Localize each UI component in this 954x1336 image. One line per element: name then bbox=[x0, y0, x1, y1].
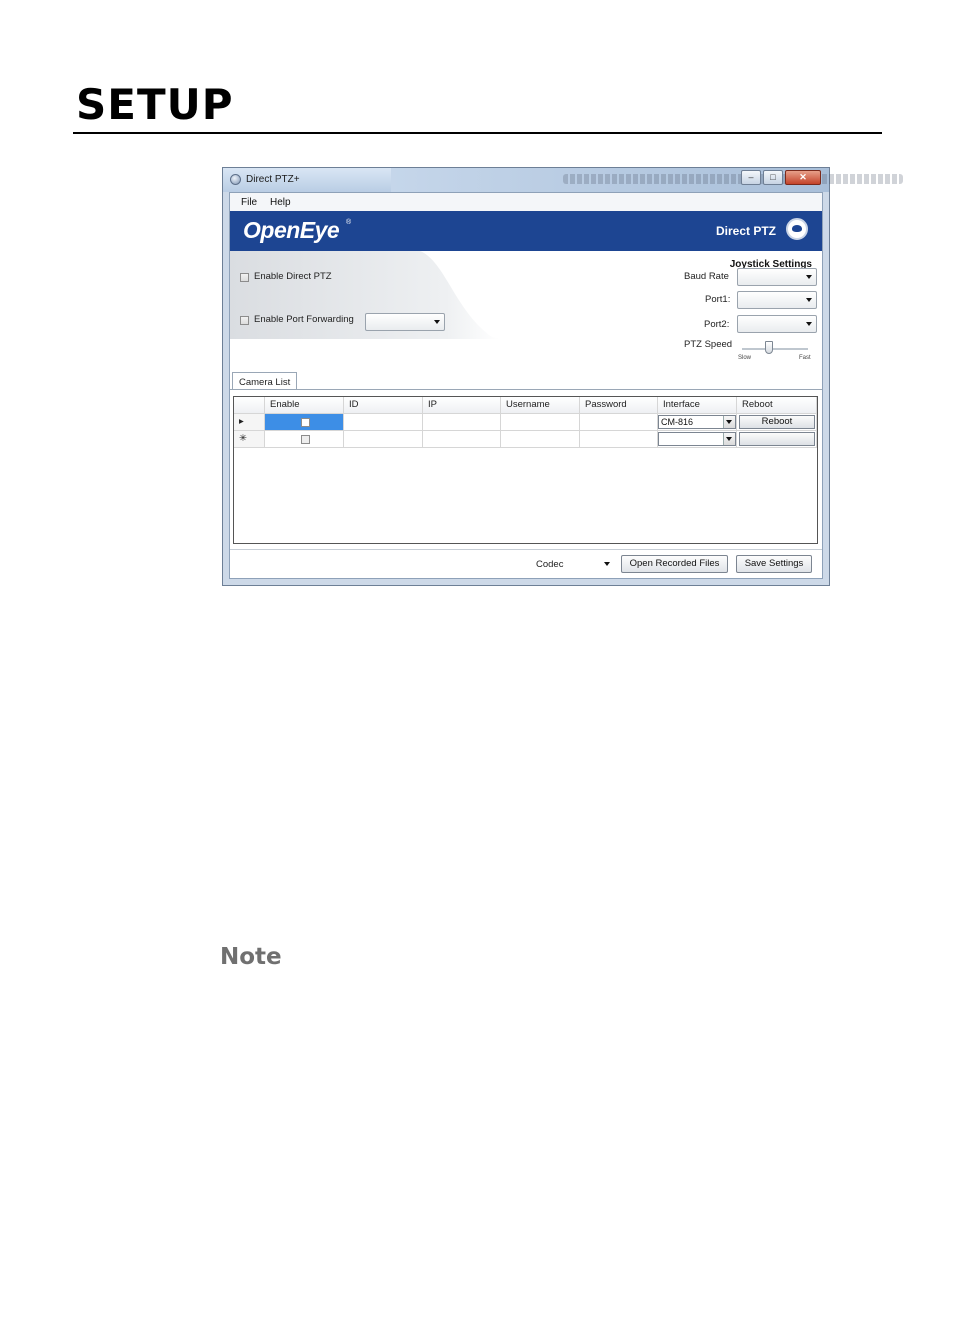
enable-port-forwarding-label: Enable Port Forwarding bbox=[254, 314, 354, 325]
cell-password[interactable] bbox=[580, 431, 658, 448]
cell-id[interactable] bbox=[344, 414, 423, 431]
cell-reboot bbox=[737, 431, 817, 448]
grid-corner-header bbox=[234, 397, 265, 414]
port1-select[interactable] bbox=[737, 291, 817, 309]
window-title: Direct PTZ+ bbox=[246, 174, 300, 185]
cell-reboot: Reboot bbox=[737, 414, 817, 431]
cell-username[interactable] bbox=[501, 431, 580, 448]
cell-interface: CM-816 bbox=[658, 414, 737, 431]
cell-interface bbox=[658, 431, 737, 448]
maximize-button[interactable]: □ bbox=[763, 170, 783, 185]
banner-title: Direct PTZ bbox=[715, 224, 776, 238]
chevron-down-icon bbox=[434, 320, 440, 324]
speed-fast-label: Fast bbox=[799, 355, 811, 361]
chevron-down-icon bbox=[723, 433, 735, 445]
window-titlebar[interactable]: Direct PTZ+ – □ ✕ bbox=[223, 168, 903, 192]
cell-enable[interactable] bbox=[265, 431, 344, 448]
page-title: SETUP bbox=[76, 80, 234, 129]
interface-select[interactable]: CM-816 bbox=[658, 415, 736, 429]
tab-camera-list[interactable]: Camera List bbox=[232, 372, 298, 390]
title-rule bbox=[73, 132, 882, 134]
header-banner: OpenEye ® Direct PTZ bbox=[230, 211, 822, 251]
baud-rate-label: Baud Rate bbox=[684, 271, 729, 282]
registered-mark: ® bbox=[346, 219, 352, 226]
chevron-down-icon bbox=[806, 322, 812, 326]
ptz-camera-icon bbox=[786, 218, 808, 240]
chevron-down-icon bbox=[806, 298, 812, 302]
port1-label: Port1: bbox=[705, 294, 731, 305]
port2-label: Port2: bbox=[704, 319, 730, 330]
enable-direct-ptz-checkbox[interactable] bbox=[240, 273, 249, 282]
enable-port-forwarding-checkbox[interactable] bbox=[240, 316, 249, 325]
row-enable-checkbox[interactable] bbox=[301, 435, 310, 444]
openeye-logo: OpenEye bbox=[243, 217, 340, 243]
menu-file[interactable]: File bbox=[241, 197, 257, 208]
footer-divider bbox=[230, 549, 822, 550]
reboot-button[interactable] bbox=[739, 432, 815, 446]
interface-select[interactable] bbox=[658, 432, 736, 446]
port-forwarding-select[interactable] bbox=[365, 313, 445, 331]
interface-value: CM-816 bbox=[661, 417, 694, 427]
cell-enable[interactable] bbox=[265, 414, 344, 431]
blurred-background-text bbox=[563, 174, 903, 184]
cell-password[interactable] bbox=[580, 414, 658, 431]
column-header-id[interactable]: ID bbox=[344, 397, 423, 414]
column-header-password[interactable]: Password bbox=[580, 397, 658, 414]
note-heading: Note bbox=[220, 944, 282, 970]
row-header[interactable]: ▸ bbox=[234, 414, 265, 431]
close-button[interactable]: ✕ bbox=[785, 170, 821, 185]
ptz-speed-slider-thumb[interactable] bbox=[765, 341, 774, 354]
port2-select[interactable] bbox=[737, 315, 817, 333]
row-header-new[interactable]: ✳ bbox=[234, 431, 265, 448]
enable-direct-ptz-label: Enable Direct PTZ bbox=[254, 271, 332, 282]
save-settings-button[interactable]: Save Settings bbox=[736, 555, 812, 573]
chevron-down-icon bbox=[806, 275, 812, 279]
tab-divider bbox=[230, 389, 822, 390]
menu-help[interactable]: Help bbox=[270, 197, 291, 208]
column-header-interface[interactable]: Interface bbox=[658, 397, 737, 414]
codec-label: Codec bbox=[536, 559, 564, 570]
app-icon bbox=[230, 174, 241, 185]
cell-id[interactable] bbox=[344, 431, 423, 448]
column-header-username[interactable]: Username bbox=[501, 397, 580, 414]
cell-ip[interactable] bbox=[423, 431, 501, 448]
speed-slow-label: Slow bbox=[738, 355, 752, 361]
settings-panel: Enable Direct PTZ Enable Port Forwarding… bbox=[230, 251, 822, 371]
column-header-ip[interactable]: IP bbox=[423, 397, 501, 414]
column-header-enable[interactable]: Enable bbox=[265, 397, 344, 414]
chevron-down-icon bbox=[723, 416, 735, 428]
direct-ptz-window: Direct PTZ+ – □ ✕ File Help OpenEye ® Di… bbox=[222, 167, 903, 586]
cell-username[interactable] bbox=[501, 414, 580, 431]
menu-bar: File Help bbox=[230, 193, 822, 212]
camera-list-grid: Enable ID IP Username Password Interface… bbox=[233, 396, 818, 544]
row-enable-checkbox[interactable] bbox=[301, 418, 310, 427]
window-client-area: File Help OpenEye ® Direct PTZ Enable Di… bbox=[229, 192, 823, 579]
reboot-button[interactable]: Reboot bbox=[739, 415, 815, 429]
cell-ip[interactable] bbox=[423, 414, 501, 431]
minimize-button[interactable]: – bbox=[741, 170, 761, 185]
open-recorded-files-button[interactable]: Open Recorded Files bbox=[621, 555, 728, 573]
column-header-reboot[interactable]: Reboot bbox=[737, 397, 817, 414]
ptz-speed-label: PTZ Speed bbox=[684, 339, 733, 350]
codec-dropdown[interactable] bbox=[602, 557, 612, 569]
baud-rate-select[interactable] bbox=[737, 268, 817, 286]
ptz-speed-track[interactable] bbox=[742, 348, 808, 351]
